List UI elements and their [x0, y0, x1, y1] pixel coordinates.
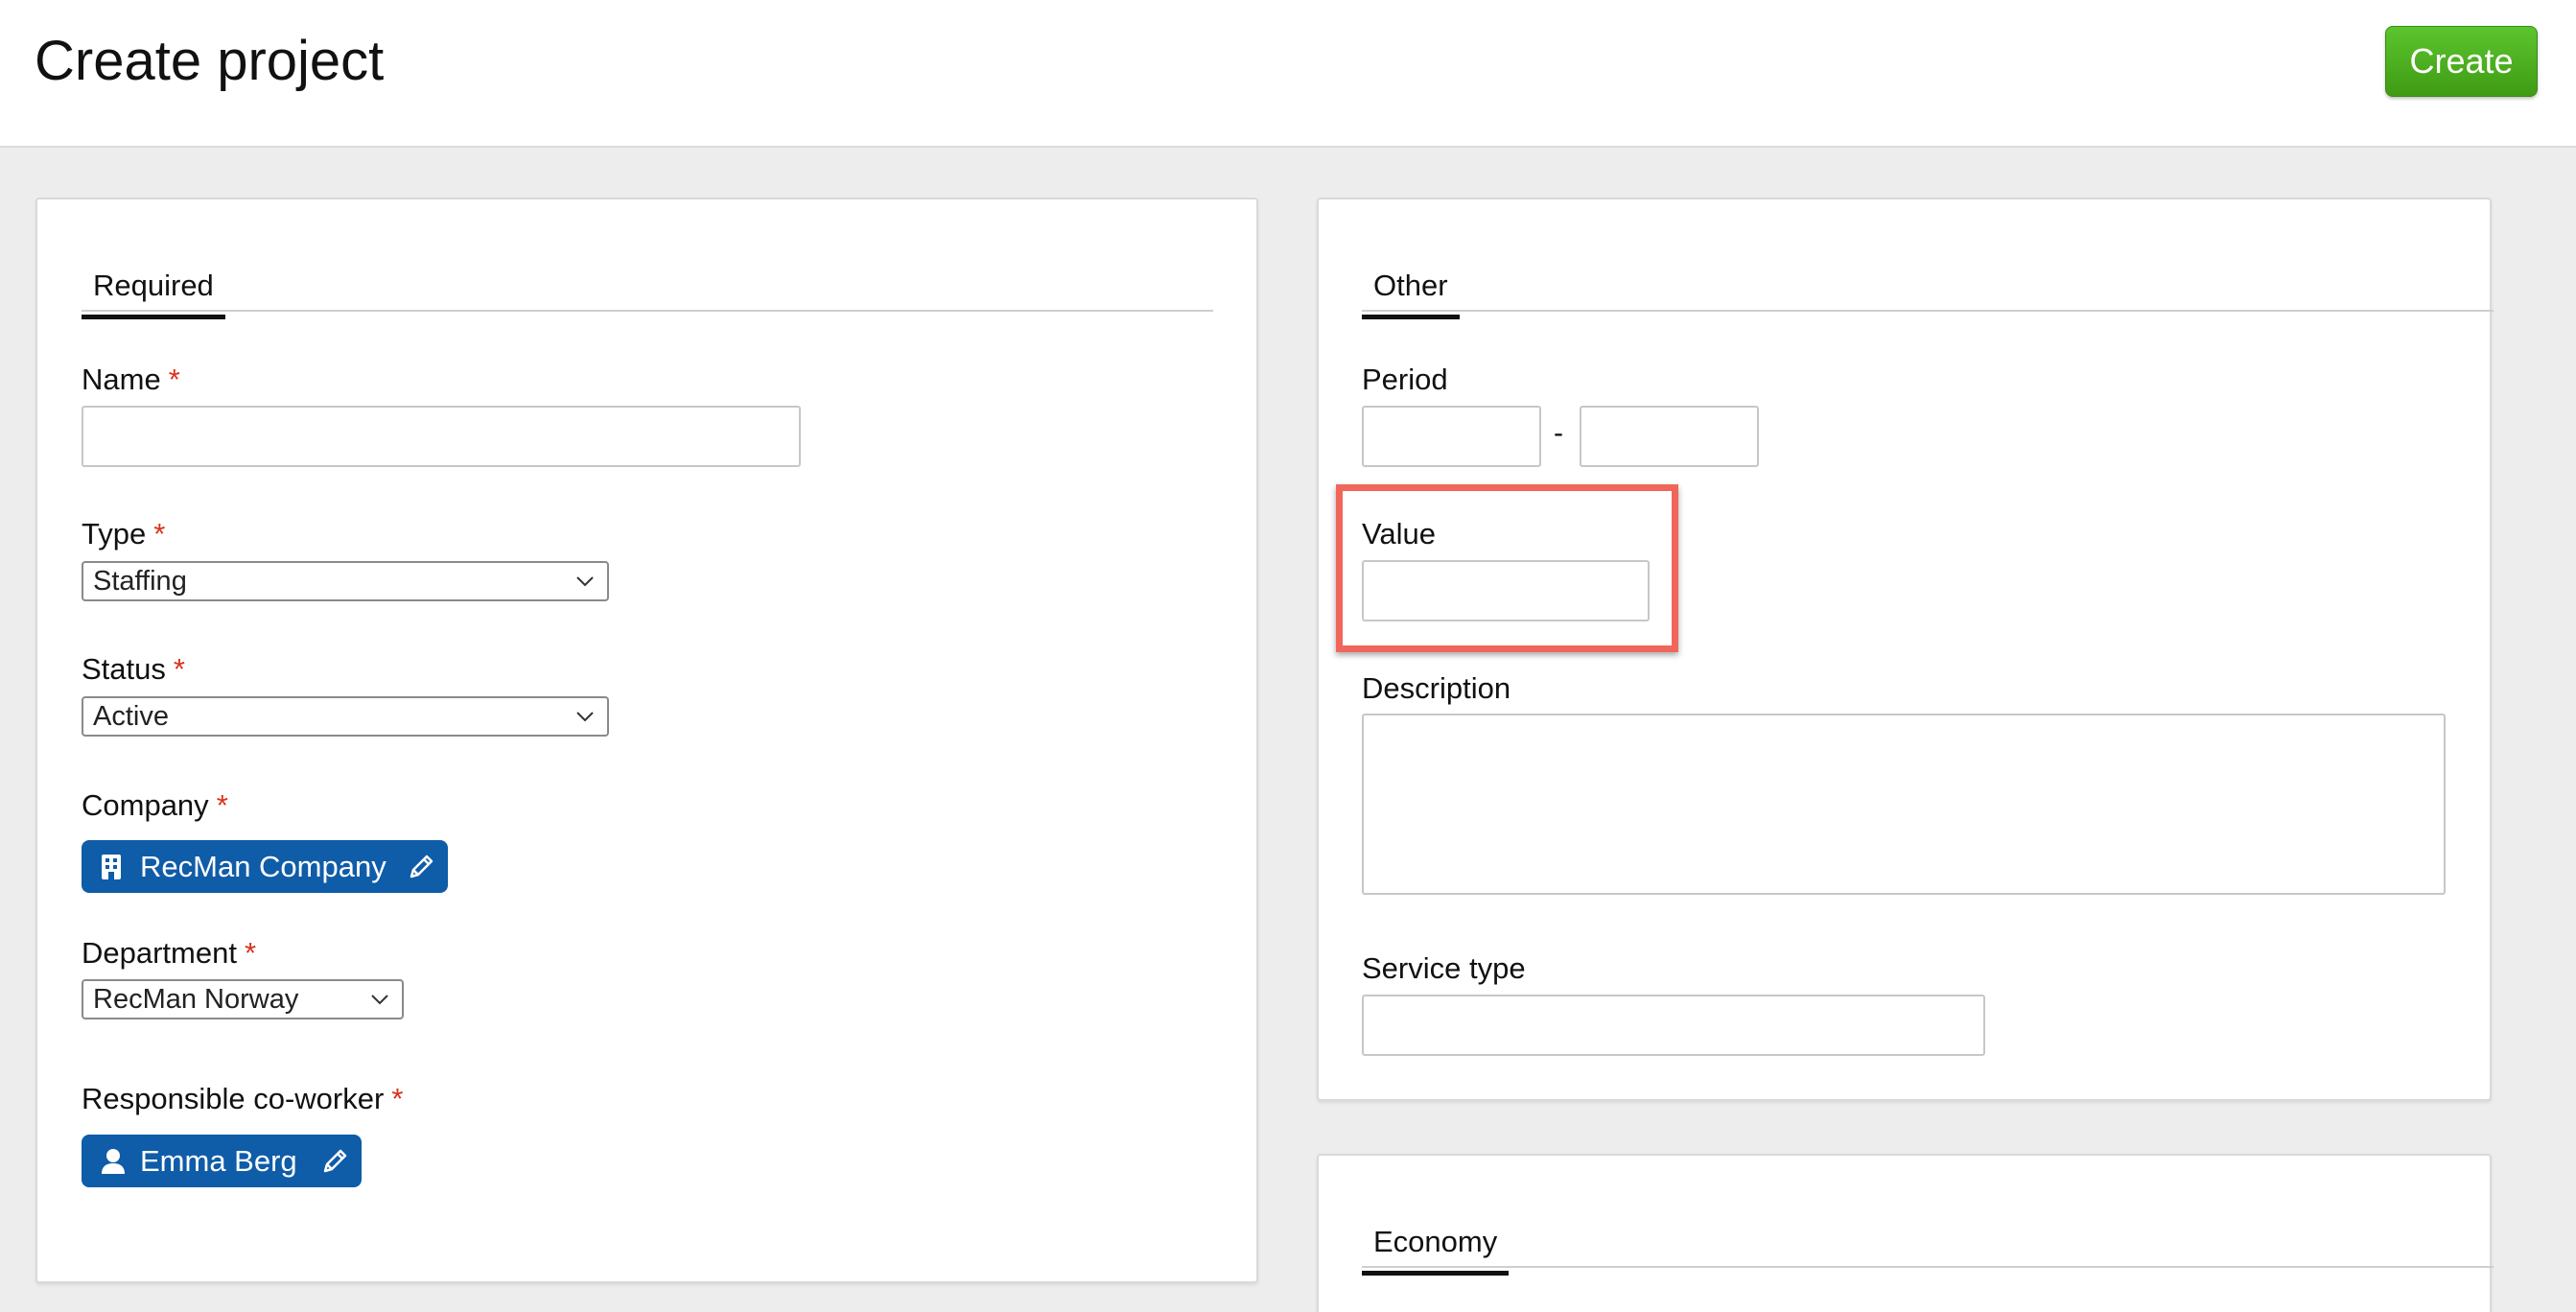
other-card: Other Period - Value Description Service…	[1317, 198, 2494, 1101]
required-marker: *	[216, 788, 228, 822]
status-label: Status *	[82, 652, 185, 687]
responsible-label-text: Responsible co-worker	[82, 1082, 385, 1115]
status-label-text: Status	[82, 652, 166, 686]
tab-required[interactable]: Required	[82, 269, 225, 319]
tab-required-label: Required	[82, 269, 225, 319]
period-to-input[interactable]	[1580, 406, 1759, 467]
name-input[interactable]	[82, 406, 801, 467]
value-label: Value	[1362, 517, 1436, 551]
section-divider	[1362, 310, 2494, 312]
company-label: Company *	[82, 788, 228, 823]
type-label-text: Type	[82, 517, 147, 551]
section-divider	[82, 310, 1213, 312]
description-textarea[interactable]	[1362, 714, 2446, 895]
page-header: Create project Create	[0, 0, 2576, 148]
required-marker: *	[391, 1082, 404, 1115]
tab-other-label: Other	[1362, 269, 1460, 319]
tab-economy-label: Economy	[1362, 1225, 1510, 1276]
building-icon	[102, 854, 121, 879]
pencil-icon[interactable]	[319, 1146, 350, 1177]
value-input[interactable]	[1362, 560, 1650, 621]
company-label-text: Company	[82, 788, 209, 822]
company-chip-text: RecMan Company	[140, 849, 386, 883]
required-card: Required Name * Type * Staffing Status * Ac…	[35, 198, 1258, 1283]
create-button[interactable]: Create	[2385, 26, 2538, 97]
type-label: Type *	[82, 517, 165, 551]
tab-other[interactable]: Other	[1362, 269, 1460, 319]
status-select[interactable]: Active	[82, 696, 609, 737]
period-from-input[interactable]	[1362, 406, 1541, 467]
pencil-icon[interactable]	[406, 852, 436, 882]
name-label-text: Name	[82, 363, 161, 396]
required-marker: *	[173, 652, 185, 686]
service-type-input[interactable]	[1362, 995, 1985, 1056]
tab-economy[interactable]: Economy	[1362, 1225, 1510, 1276]
responsible-label: Responsible co-worker *	[82, 1082, 403, 1116]
section-divider	[1362, 1266, 2494, 1268]
required-marker: *	[168, 363, 180, 396]
department-label: Department *	[82, 936, 256, 971]
department-label-text: Department	[82, 936, 237, 970]
required-marker: *	[153, 517, 166, 551]
department-selected-value: RecMan Norway	[93, 983, 299, 1015]
chevron-down-icon	[576, 576, 594, 587]
responsible-chip-text: Emma Berg	[140, 1143, 297, 1178]
status-selected-value: Active	[93, 700, 169, 732]
chevron-down-icon	[371, 995, 388, 1005]
name-label: Name *	[82, 363, 180, 397]
economy-card: Economy	[1317, 1154, 2494, 1312]
company-chip[interactable]: RecMan Company	[82, 840, 448, 893]
type-selected-value: Staffing	[93, 565, 187, 597]
period-separator: -	[1554, 417, 1563, 449]
service-type-label: Service type	[1362, 951, 1526, 985]
required-marker: *	[244, 936, 257, 970]
period-label: Period	[1362, 363, 1448, 396]
description-label: Description	[1362, 671, 1511, 705]
department-select[interactable]: RecMan Norway	[82, 979, 404, 1019]
responsible-chip[interactable]: Emma Berg	[82, 1135, 362, 1187]
person-icon	[102, 1148, 125, 1174]
page-title: Create project	[35, 30, 385, 92]
chevron-down-icon	[576, 712, 594, 722]
type-select[interactable]: Staffing	[82, 561, 609, 601]
